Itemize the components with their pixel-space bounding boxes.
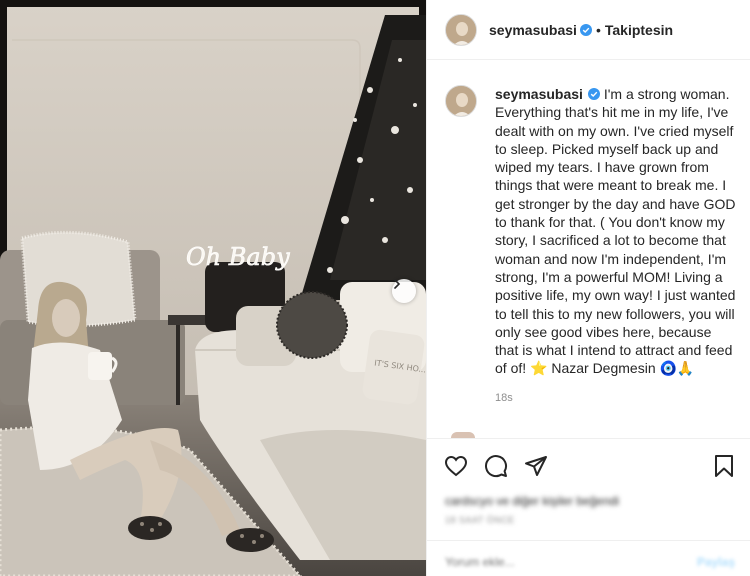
caption-username[interactable]: seymasubasi — [495, 86, 583, 102]
heart-icon — [444, 455, 468, 477]
comment-bar: Paylaş — [427, 540, 750, 576]
share-post-button[interactable] — [523, 453, 549, 479]
share-icon — [525, 456, 547, 476]
verified-badge-icon — [587, 88, 600, 100]
bookmark-icon — [715, 455, 733, 477]
comment-input[interactable] — [445, 555, 675, 569]
verified-badge-icon — [579, 23, 592, 36]
post-image: Oh Baby IT'S SIX HO... — [0, 0, 426, 576]
chevron-right-icon — [394, 279, 401, 289]
post-details-panel: seymasubasi • Takiptesin seymasubasi I'm… — [426, 0, 750, 576]
avatar-image — [446, 14, 476, 45]
neon-sign: Oh Baby — [186, 243, 290, 271]
next-image-button[interactable] — [392, 279, 416, 303]
caption-avatar[interactable] — [445, 85, 477, 117]
caption-text: I'm a strong woman. Everything that's hi… — [495, 86, 736, 377]
caption-area: seymasubasi I'm a strong woman. Everythi… — [427, 85, 750, 404]
post-time-ago: 18s — [495, 391, 513, 404]
save-button[interactable] — [711, 453, 737, 479]
likes-summary[interactable]: cardscyo ve diğer kişiler beğendi — [445, 494, 619, 508]
post-date: 18 SAAT ÖNCE — [445, 515, 515, 525]
comment-icon — [485, 455, 508, 478]
avatar[interactable] — [445, 13, 477, 46]
caption-row: seymasubasi I'm a strong woman. Everythi… — [427, 85, 750, 378]
following-button[interactable]: Takiptesin — [605, 22, 673, 38]
action-section: cardscyo ve diğer kişiler beğendi 18 SAA… — [427, 438, 750, 576]
action-icons — [443, 453, 549, 479]
post-header: seymasubasi • Takiptesin — [427, 0, 750, 60]
separator-dot: • — [595, 21, 601, 38]
post-photo[interactable]: Oh Baby IT'S SIX HO... — [0, 0, 426, 576]
like-button[interactable] — [443, 453, 469, 479]
header-username[interactable]: seymasubasi — [489, 22, 577, 38]
caption-text-block: seymasubasi I'm a strong woman. Everythi… — [495, 85, 737, 378]
post-comment-button[interactable]: Paylaş — [697, 555, 735, 569]
comment-button[interactable] — [483, 453, 509, 479]
avatar-image — [446, 86, 476, 116]
